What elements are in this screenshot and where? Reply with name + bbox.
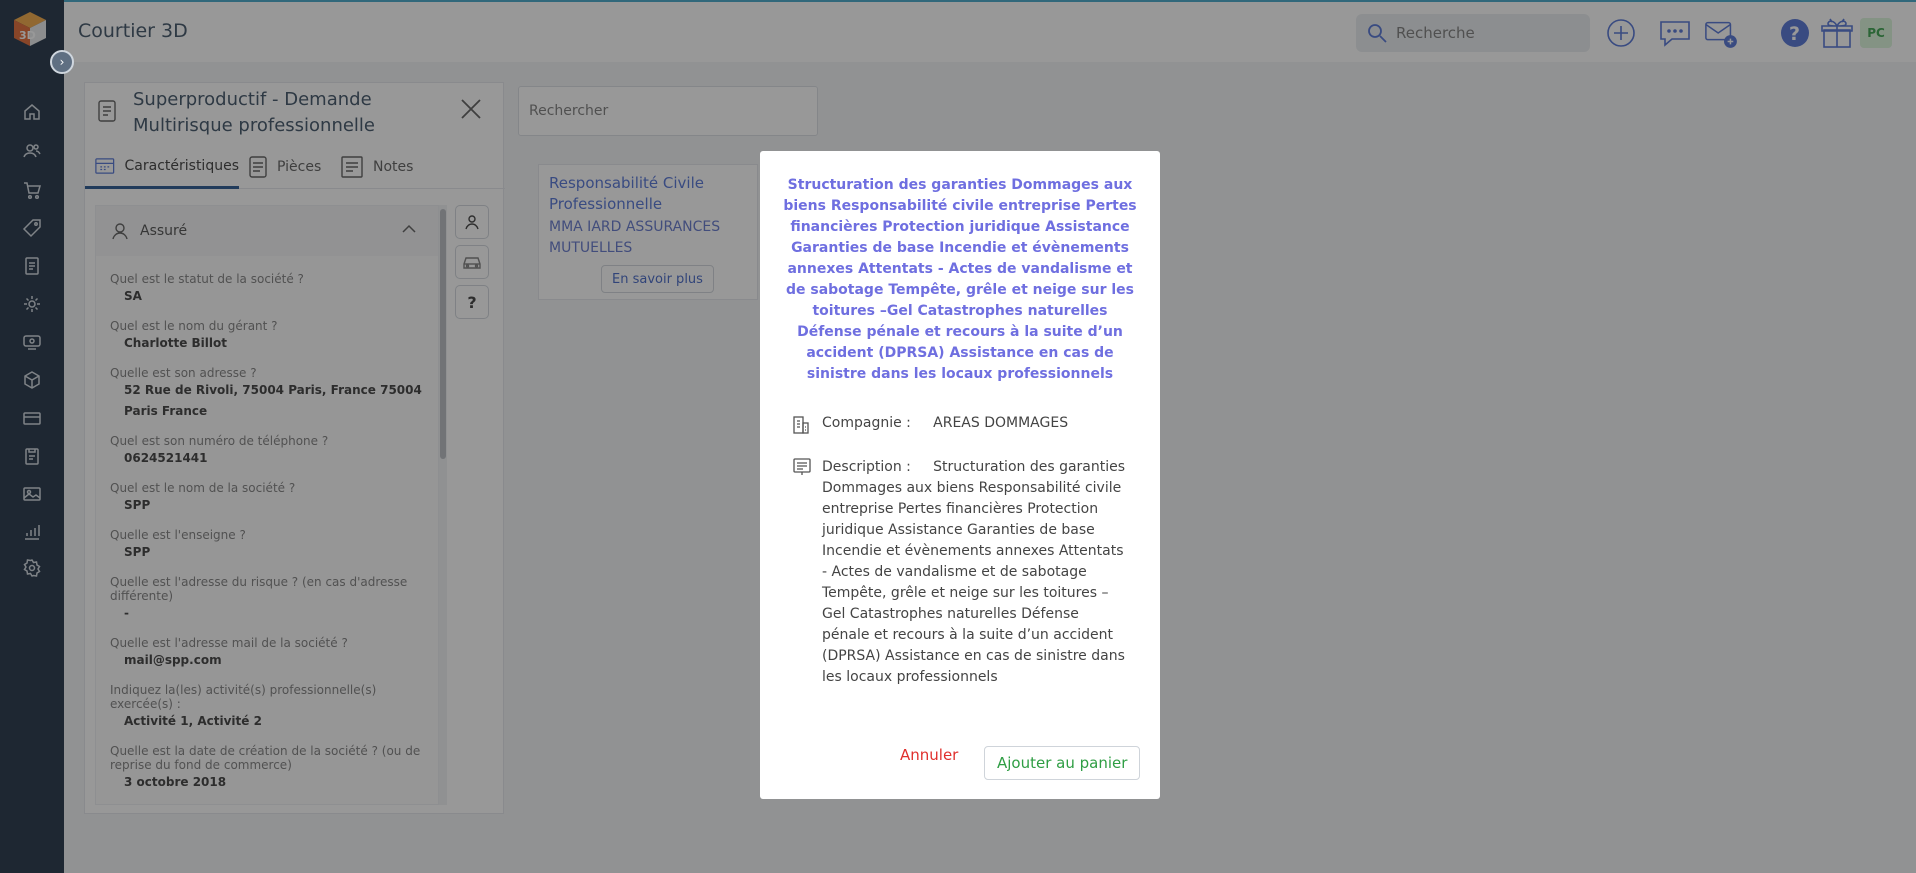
company-row: Compagnie : AREAS DOMMAGES <box>792 415 1132 437</box>
add-to-cart-button[interactable]: Ajouter au panier <box>984 746 1141 780</box>
building-icon <box>793 416 809 434</box>
sidebar-toggle-button[interactable]: › <box>50 50 74 74</box>
modal-title: Structuration des garanties Dommages aux… <box>783 177 1137 382</box>
company-label: Compagnie : AREAS DOMMAGES <box>822 415 1068 431</box>
cancel-button[interactable]: Annuler <box>900 746 958 764</box>
company-value: AREAS DOMMAGES <box>933 415 1069 431</box>
description-value: Structuration des garanties Dommages aux… <box>822 459 1126 685</box>
description-row: Description : Structuration des garantie… <box>792 457 1132 687</box>
description-text: Description : Structuration des garantie… <box>822 457 1128 688</box>
company-label-text: Compagnie : <box>822 415 911 431</box>
description-label: Description : <box>822 459 911 475</box>
description-icon <box>793 458 811 475</box>
chevron-right-icon: › <box>59 55 65 69</box>
product-detail-modal: Structuration des garanties Dommages aux… <box>760 151 1160 799</box>
